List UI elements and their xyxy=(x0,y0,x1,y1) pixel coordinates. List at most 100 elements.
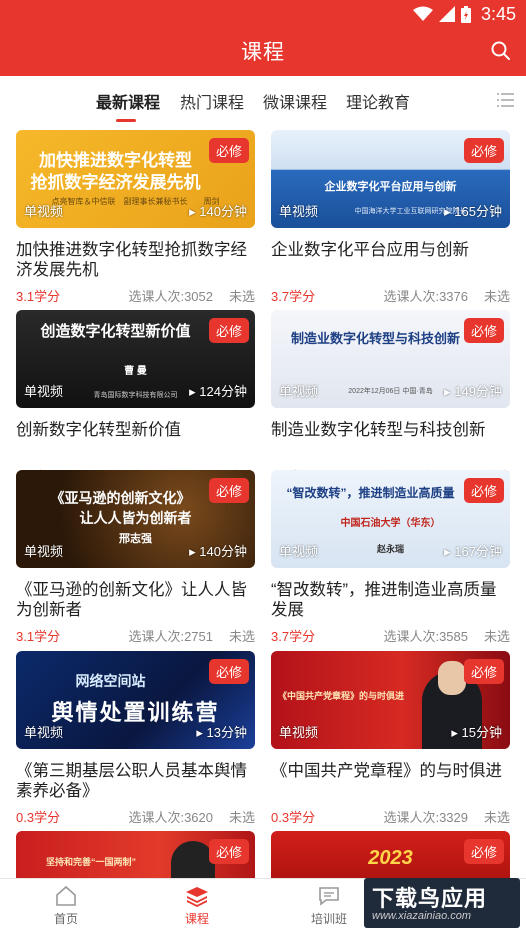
course-title[interactable]: 创新数字化转型新价值 xyxy=(16,420,255,460)
course-card[interactable]: “智改数转”，推进制造业高质量 中国石油大学（华东） 赵永瑞 必修 单视频 ▸ … xyxy=(271,470,510,644)
course-meta: 3.7学分 选课人次:3376 未选 xyxy=(271,286,510,304)
credit: 3.1学分 xyxy=(16,289,61,304)
course-card[interactable]: 坚持和完善“一国两制” 必修 xyxy=(16,831,255,878)
course-thumbnail[interactable]: “智改数转”，推进制造业高质量 中国石油大学（华东） 赵永瑞 必修 单视频 ▸ … xyxy=(271,470,510,568)
course-thumbnail[interactable]: 加快推进数字化转型 抢抓数字经济发展先机 点亮智库＆中信联 副理事长兼秘书长 周… xyxy=(16,130,255,228)
enroll-count: 选课人次:3052 xyxy=(128,289,213,304)
required-badge: 必修 xyxy=(208,839,249,864)
tab-micro[interactable]: 微课课程 xyxy=(263,89,327,113)
course-card[interactable]: 创造数字化转型新价值 曹 曼 青岛国际数字科技有限公司 必修 单视频 ▸ 124… xyxy=(16,310,255,484)
course-meta: 0.3学分 选课人次:3329 未选 xyxy=(271,807,510,825)
thumbnail-text: 企业数字化平台应用与创新 xyxy=(324,181,457,193)
course-card[interactable]: 企业数字化平台应用与创新 中国海洋大学工业互联网研究院院长 必修 单视频 ▸ 1… xyxy=(271,130,510,304)
select-status: 未选 xyxy=(228,289,255,304)
select-status: 未选 xyxy=(483,289,510,304)
course-thumbnail[interactable]: 网络空间站 舆情处置训练营 必修 单视频 ▸ 13分钟 xyxy=(16,651,255,749)
clock: 3:45 xyxy=(480,3,516,24)
nav-training[interactable]: 培训班 xyxy=(299,885,359,927)
course-thumbnail[interactable]: 《亚马逊的创新文化》 让人人皆为创新者 邢志强 必修 单视频 ▸ 140分钟 xyxy=(16,470,255,568)
thumbnail-text: 曹 曼 xyxy=(124,366,147,377)
course-thumbnail[interactable]: 坚持和完善“一国两制” 必修 xyxy=(16,831,255,878)
thumbnail-text: 抢抓数字经济发展先机 xyxy=(30,173,201,192)
watermark-logo: 下载鸟应用 www.xiazainiao.com xyxy=(364,878,520,928)
course-title[interactable]: “智改数转”，推进制造业高质量发展 xyxy=(271,580,510,620)
course-meta: 0.3学分 选课人次:3620 未选 xyxy=(16,807,255,825)
duration: ▸ 140分钟 xyxy=(189,544,247,559)
course-title[interactable]: 制造业数字化转型与科技创新 xyxy=(271,420,510,460)
course-meta: 3.1学分 选课人次:3052 未选 xyxy=(16,286,255,304)
credit: 3.1学分 xyxy=(16,629,61,644)
required-badge: 必修 xyxy=(463,478,504,503)
tab-popular[interactable]: 热门课程 xyxy=(180,89,244,113)
course-thumbnail[interactable]: 企业数字化平台应用与创新 中国海洋大学工业互联网研究院院长 必修 单视频 ▸ 1… xyxy=(271,130,510,228)
tab-theory[interactable]: 理论教育 xyxy=(346,89,410,113)
thumbnail-text: 让人人皆为创新者 xyxy=(79,510,192,526)
chat-icon xyxy=(319,887,339,906)
enroll-count: 选课人次:2751 xyxy=(128,629,213,644)
course-title[interactable]: 《亚马逊的创新文化》让人人皆为创新者 xyxy=(16,580,255,620)
duration: ▸ 167分钟 xyxy=(444,544,502,559)
nav-home[interactable]: 首页 xyxy=(36,885,96,927)
select-status: 未选 xyxy=(228,629,255,644)
credit: 0.3学分 xyxy=(16,810,61,825)
select-status: 未选 xyxy=(228,810,255,825)
duration: ▸ 140分钟 xyxy=(189,204,247,219)
video-type: 单视频 xyxy=(24,384,64,399)
course-title[interactable]: 《第三期基层公职人员基本舆情素养必备》 xyxy=(16,761,255,801)
course-card[interactable]: 制造业数字化转型与科技创新 2022年12月06日 中国·青岛 必修 单视频 ▸… xyxy=(271,310,510,484)
nav-courses-label: 课程 xyxy=(184,912,209,926)
video-type: 单视频 xyxy=(24,725,64,740)
nav-home-label: 首页 xyxy=(53,912,78,926)
duration: ▸ 165分钟 xyxy=(444,204,502,219)
required-badge: 必修 xyxy=(208,478,249,503)
course-thumbnail[interactable]: 制造业数字化转型与科技创新 2022年12月06日 中国·青岛 必修 单视频 ▸… xyxy=(271,310,510,408)
course-card[interactable]: 加快推进数字化转型 抢抓数字经济发展先机 点亮智库＆中信联 副理事长兼秘书长 周… xyxy=(16,130,255,304)
required-badge: 必修 xyxy=(463,318,504,343)
course-card[interactable]: 2023 必修 xyxy=(271,831,510,878)
wifi-icon xyxy=(412,6,433,21)
duration: ▸ 13分钟 xyxy=(196,725,247,740)
required-badge: 必修 xyxy=(208,659,249,684)
enroll-count: 选课人次:3329 xyxy=(383,810,468,825)
video-type: 单视频 xyxy=(279,725,319,740)
duration: ▸ 149分钟 xyxy=(444,384,502,399)
thumbnail-text: 《中国共产党章程》的与时俱进 xyxy=(277,691,404,701)
app-bar: 3:45 课程 xyxy=(0,0,526,76)
presenter-face xyxy=(438,661,466,695)
course-thumbnail[interactable]: 创造数字化转型新价值 曹 曼 青岛国际数字科技有限公司 必修 单视频 ▸ 124… xyxy=(16,310,255,408)
video-type: 单视频 xyxy=(279,204,319,219)
course-meta: 3.7学分 选课人次:3585 未选 xyxy=(271,626,510,644)
required-badge: 必修 xyxy=(208,318,249,343)
signal-icon xyxy=(438,6,455,22)
course-card[interactable]: 《中国共产党章程》的与时俱进 必修 单视频 ▸ 15分钟 《中国共产党章程》的与… xyxy=(271,651,510,825)
course-tabs: 最新课程 热门课程 微课课程 理论教育 xyxy=(0,76,526,126)
credit: 3.7学分 xyxy=(271,289,316,304)
nav-training-label: 培训班 xyxy=(310,912,347,926)
required-badge: 必修 xyxy=(208,138,249,163)
duration: ▸ 124分钟 xyxy=(189,384,247,399)
course-title[interactable]: 加快推进数字化转型抢抓数字经济发展先机 xyxy=(16,240,255,280)
battery-icon xyxy=(460,5,471,23)
course-thumbnail[interactable]: 《中国共产党章程》的与时俱进 必修 单视频 ▸ 15分钟 xyxy=(271,651,510,749)
duration: ▸ 15分钟 xyxy=(451,725,502,740)
course-title[interactable]: 企业数字化平台应用与创新 xyxy=(271,240,510,280)
menu-icon[interactable] xyxy=(497,93,514,107)
enroll-count: 选课人次:3620 xyxy=(128,810,213,825)
enroll-count: 选课人次:3376 xyxy=(383,289,468,304)
video-type: 单视频 xyxy=(279,544,319,559)
thumbnail-text: 坚持和完善“一国两制” xyxy=(45,857,136,867)
credit: 0.3学分 xyxy=(271,810,316,825)
video-type: 单视频 xyxy=(24,204,64,219)
tab-latest[interactable]: 最新课程 xyxy=(96,89,160,113)
required-badge: 必修 xyxy=(463,839,504,864)
thumbnail-text: 中国石油大学（华东） xyxy=(340,518,441,529)
search-icon[interactable] xyxy=(490,40,512,62)
course-card[interactable]: 《亚马逊的创新文化》 让人人皆为创新者 邢志强 必修 单视频 ▸ 140分钟 《… xyxy=(16,470,255,644)
credit: 3.7学分 xyxy=(271,629,316,644)
course-title[interactable]: 《中国共产党章程》的与时俱进 xyxy=(271,761,510,801)
nav-courses[interactable]: 课程 xyxy=(167,885,227,927)
select-status: 未选 xyxy=(483,629,510,644)
course-thumbnail[interactable]: 2023 必修 xyxy=(271,831,510,878)
layers-icon xyxy=(186,887,208,907)
course-card[interactable]: 网络空间站 舆情处置训练营 必修 单视频 ▸ 13分钟 《第三期基层公职人员基本… xyxy=(16,651,255,825)
